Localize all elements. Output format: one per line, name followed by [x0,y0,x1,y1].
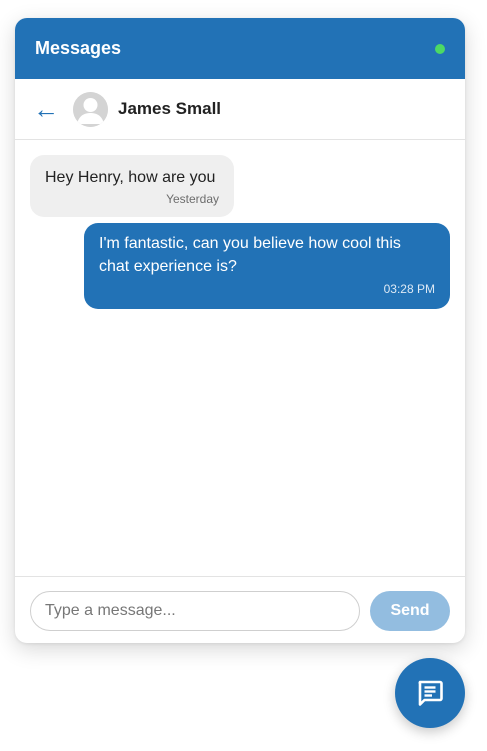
message-timestamp: 03:28 PM [383,282,435,296]
chat-icon [418,680,443,706]
message-received: Hey Henry, how are you Yesterday [30,155,234,217]
chat-window: Messages ← James Small Hey Henry, how ar… [15,18,465,643]
message-sent: I'm fantastic, can you believe how cool … [84,223,450,309]
message-input[interactable] [30,591,360,631]
chat-header: Messages [15,18,465,79]
default-avatar-icon [73,91,108,127]
message-composer: Send [15,576,465,643]
message-text: Hey Henry, how are you [45,169,216,186]
header-title: Messages [35,38,122,58]
message-timestamp: Yesterday [166,192,219,206]
contact-bar: ← James Small [15,79,465,140]
chat-launcher-button[interactable] [395,658,465,728]
send-button[interactable]: Send [370,591,450,631]
back-arrow-icon[interactable]: ← [33,96,63,122]
online-status-dot [435,43,445,54]
message-text: I'm fantastic, can you believe how cool … [99,235,401,275]
avatar [73,91,108,127]
contact-name: James Small [118,99,222,118]
message-list: Hey Henry, how are you Yesterday I'm fan… [15,140,465,576]
